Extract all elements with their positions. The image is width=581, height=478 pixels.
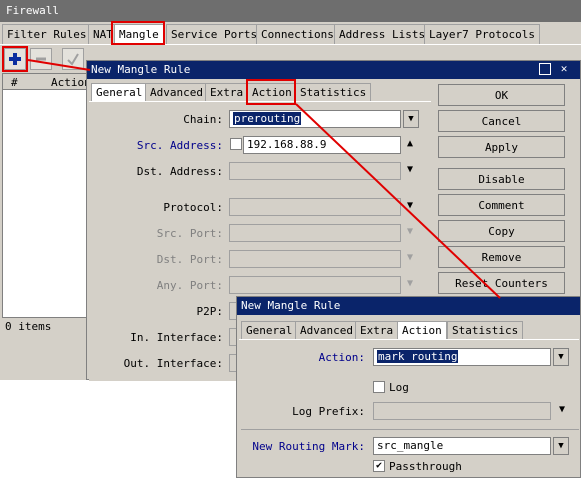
arrow-line-add — [27, 59, 91, 71]
arrow-line-action — [295, 103, 501, 299]
annotation-arrows — [27, 59, 501, 299]
